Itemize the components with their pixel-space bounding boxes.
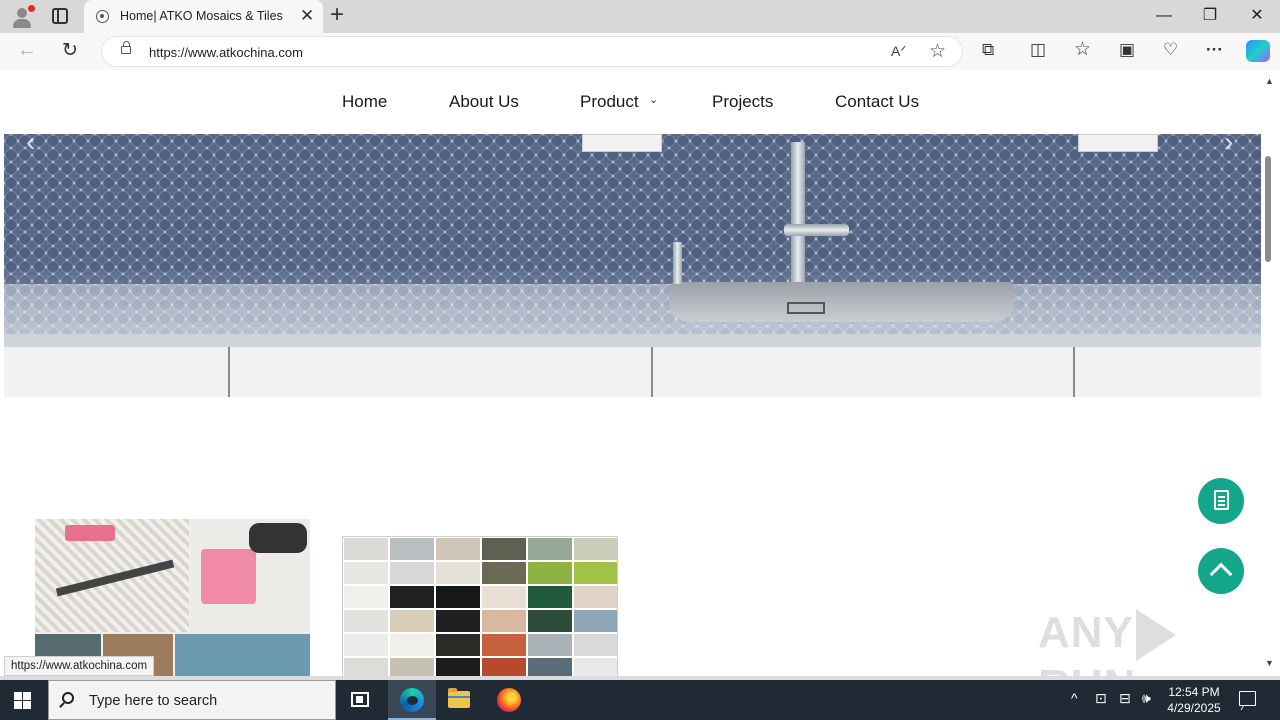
start-button[interactable] <box>14 692 31 709</box>
chevron-up-icon <box>1209 562 1233 586</box>
product-card-mosaic-collage[interactable] <box>35 519 310 676</box>
split-screen-icon[interactable]: ◫ <box>1030 40 1046 60</box>
product-chevron-down-icon[interactable]: ⌄ <box>649 93 658 106</box>
notification-dot <box>28 5 35 12</box>
tab-title: Home| ATKO Mosaics & Tiles <box>120 9 283 23</box>
tab-bar: Home| ATKO Mosaics & Tiles ✕ + — ❐ ✕ <box>0 0 1280 33</box>
lock-icon[interactable] <box>121 41 131 54</box>
add-favorite-icon[interactable]: ☆ <box>929 40 946 63</box>
sink <box>669 282 1014 322</box>
taskbar-search-box[interactable]: Type here to search <box>48 680 336 720</box>
nav-about-us[interactable]: About Us <box>449 92 519 112</box>
browser-essentials-icon[interactable]: ♡ <box>1163 40 1178 60</box>
tray-device-icon[interactable]: ⊡ <box>1095 690 1107 707</box>
address-bar[interactable]: https://www.atkochina.com Aᐟ ☆ <box>101 36 963 67</box>
profile-avatar-icon[interactable] <box>10 5 35 29</box>
collections-icon[interactable]: ▣ <box>1119 40 1135 60</box>
active-tab[interactable]: Home| ATKO Mosaics & Tiles ✕ <box>84 0 323 33</box>
clock-date: 4/29/2025 <box>1167 701 1221 715</box>
search-icon <box>62 692 74 704</box>
nav-contact-us[interactable]: Contact Us <box>835 92 919 112</box>
scroll-up-icon[interactable]: ▲ <box>1265 76 1274 86</box>
file-explorer-icon[interactable] <box>448 688 470 708</box>
url-text[interactable]: https://www.atkochina.com <box>149 45 303 60</box>
favorites-icon[interactable]: ☆ <box>1074 38 1091 61</box>
slider-prev-icon[interactable]: ‹ <box>26 134 35 158</box>
product-card-marble-swatches[interactable] <box>342 536 618 676</box>
scroll-down-icon[interactable]: ▼ <box>1265 658 1274 668</box>
reload-button[interactable]: ↻ <box>62 39 78 62</box>
copilot-icon[interactable] <box>1246 40 1270 62</box>
new-tab-button[interactable]: + <box>330 3 344 27</box>
nav-home[interactable]: Home <box>342 92 387 112</box>
document-icon <box>1214 490 1229 510</box>
windows-taskbar: Type here to search ^ ⊡ ⊟ 🕪 12:54 PM 4/2… <box>0 680 1280 720</box>
nav-product[interactable]: Product <box>580 92 639 112</box>
back-to-top-button[interactable] <box>1198 548 1244 594</box>
minimize-button[interactable]: — <box>1141 0 1187 33</box>
clock-time: 12:54 PM <box>1168 685 1220 699</box>
hero-banner-image: ‹ › <box>4 134 1261 397</box>
back-button[interactable]: ← <box>17 39 37 62</box>
site-navigation: Home About Us Product ⌄ Projects Contact… <box>4 70 1261 134</box>
taskbar-clock[interactable]: 12:54 PM 4/29/2025 <box>1160 684 1228 716</box>
volume-icon[interactable]: 🕪 <box>1142 690 1151 707</box>
anyrun-watermark: ANYRUN <box>1038 608 1261 676</box>
search-placeholder: Type here to search <box>89 693 218 709</box>
scroll-thumb[interactable] <box>1265 156 1271 262</box>
catalog-document-button[interactable] <box>1198 478 1244 524</box>
close-window-button[interactable]: ✕ <box>1234 0 1280 33</box>
restore-button[interactable]: ❐ <box>1187 0 1233 33</box>
web-page: Home About Us Product ⌄ Projects Contact… <box>4 70 1261 676</box>
vertical-scrollbar[interactable]: ▲ ▼ <box>1261 70 1280 676</box>
extensions-icon[interactable]: ⧉ <box>982 40 994 60</box>
nav-projects[interactable]: Projects <box>712 92 773 112</box>
network-icon[interactable]: ⊟ <box>1119 690 1131 707</box>
tab-close-icon[interactable]: ✕ <box>300 6 314 26</box>
slider-next-icon[interactable]: › <box>1224 134 1233 158</box>
settings-menu-icon[interactable]: ··· <box>1206 40 1223 60</box>
task-view-icon[interactable] <box>351 692 369 707</box>
firefox-icon[interactable] <box>497 688 521 712</box>
faucet <box>791 142 805 282</box>
site-favicon-icon <box>96 10 109 23</box>
status-bar-url: https://www.atkochina.com <box>4 656 155 676</box>
tray-chevron-icon[interactable]: ^ <box>1071 690 1078 706</box>
edge-icon <box>400 688 424 712</box>
notifications-icon[interactable] <box>1239 691 1256 706</box>
tab-actions-icon[interactable] <box>52 8 68 24</box>
read-aloud-icon[interactable]: Aᐟ <box>891 43 906 60</box>
